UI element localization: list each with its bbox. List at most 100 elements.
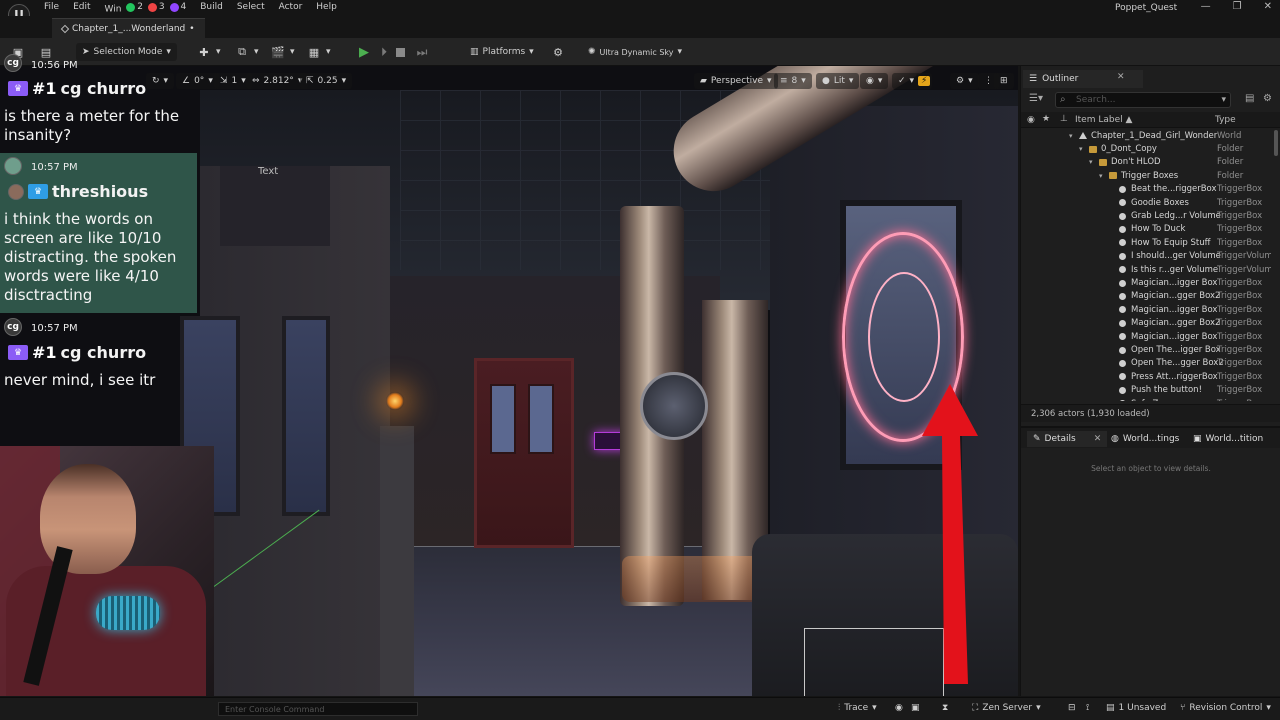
outliner-row[interactable]: How To Equip Stuff TriggerBox (1021, 236, 1271, 249)
outliner-search-input[interactable]: ⌕ Search... ▾ (1055, 92, 1231, 108)
level-tab[interactable]: Chapter_1_...Wonderland • (52, 18, 205, 38)
tab-world-settings[interactable]: ◍ World...tings (1111, 431, 1179, 447)
stop-button[interactable] (396, 43, 405, 61)
chat-rank: #1 (32, 79, 57, 98)
outliner-row[interactable]: Open The...igger Box TriggerBox (1021, 343, 1271, 356)
outliner-row[interactable]: Magician...gger Box2 TriggerBox (1021, 290, 1271, 303)
maximize-button[interactable]: ❐ (1233, 1, 1242, 12)
outliner-row[interactable]: ▾ Chapter_1_Dead_Girl_Wonder World (1021, 129, 1271, 142)
screenshot-button[interactable]: ▣ (911, 703, 920, 713)
outliner-row[interactable]: I should...ger Volume TriggerVolum (1021, 250, 1271, 263)
source-control-icon[interactable]: ⚙ (550, 43, 566, 61)
build-button[interactable]: ▦ ▾ (306, 43, 331, 61)
outliner-row[interactable]: Magician...igger Box TriggerBox (1021, 303, 1271, 316)
fov-dropdown[interactable]: ≡ 8 ▾ (774, 73, 812, 89)
view-mode-dropdown[interactable]: ● Lit ▾ (816, 73, 860, 89)
pin-icon[interactable]: ⊥ (1060, 114, 1068, 124)
outliner-row[interactable]: ▾ Trigger Boxes Folder (1021, 169, 1271, 182)
play-button[interactable]: ▶ (356, 43, 372, 61)
menu-help[interactable]: Help (316, 2, 337, 15)
visibility-eye-icon[interactable]: ◉ (1027, 115, 1035, 125)
menu-edit[interactable]: Edit (73, 2, 90, 15)
derived-data-button[interactable]: ⧗ (942, 703, 948, 713)
tab-details[interactable]: ✎ Details ✕ (1027, 431, 1108, 447)
menu-build[interactable]: Build (200, 2, 223, 15)
chevron-down-icon: ▾ (801, 76, 806, 86)
show-flags-dropdown[interactable]: ◉ ▾ (860, 73, 889, 89)
blueprints-button[interactable]: ⧉ ▾ (234, 43, 259, 61)
outliner-item-label: How To Equip Stuff (1131, 237, 1211, 248)
subscriber-crown-icon: ♛ (28, 184, 48, 199)
grid-size-value[interactable]: ⇱ 0.25 ▾ (300, 73, 353, 89)
close-icon[interactable]: ✕ (1094, 434, 1102, 444)
minimize-button[interactable]: — (1201, 1, 1211, 12)
outliner-row[interactable]: Magician...gger Box2 TriggerBox (1021, 317, 1271, 330)
favorite-star-icon[interactable]: ★ (1042, 114, 1050, 124)
camera-speed-value[interactable]: ⇔2.812°▾ (246, 73, 309, 89)
tab-world-partition[interactable]: ▣ World...tition (1193, 431, 1263, 447)
document-tab-bar: Chapter_1_...Wonderland • (0, 16, 1280, 38)
menu-window[interactable]: Win 2 3 4 (105, 2, 187, 15)
unsaved-button[interactable]: ▤ 1 Unsaved (1106, 703, 1166, 713)
gear-icon[interactable]: ⚙ (1263, 93, 1272, 104)
expand-arrow-icon[interactable]: ▾ (1069, 132, 1073, 140)
expand-arrow-icon[interactable]: ▾ (1089, 158, 1093, 166)
chevron-down-icon[interactable]: ▾ (1221, 95, 1226, 105)
outliner-row[interactable]: Push the button! TriggerBox (1021, 384, 1271, 397)
viewport-settings-dropdown[interactable]: ⚙ ▾ (950, 73, 979, 89)
cinematics-button[interactable]: 🎬 ▾ (270, 43, 294, 61)
expand-arrow-icon[interactable]: ▾ (1099, 172, 1103, 180)
chevron-down-icon: ▾ (767, 76, 772, 86)
outliner-row[interactable]: Press Att...riggerBox TriggerBox (1021, 370, 1271, 383)
outliner-row[interactable]: ▾ Don't HLOD Folder (1021, 156, 1271, 169)
snap-toggle[interactable]: ⚡ (916, 73, 933, 89)
outliner-item-type: TriggerBox (1217, 304, 1263, 315)
revision-control-label: Revision Control (1189, 703, 1263, 713)
add-folder-icon[interactable]: ▤ (1245, 93, 1254, 104)
outliner-row[interactable]: Goodie Boxes TriggerBox (1021, 196, 1271, 209)
outliner-scrollbar[interactable] (1274, 130, 1278, 156)
outliner-row[interactable]: Is this r...ger Volume TriggerVolum (1021, 263, 1271, 276)
perspective-dropdown[interactable]: ▰ Perspective ▾ (694, 73, 778, 89)
menu-actor[interactable]: Actor (279, 2, 303, 15)
expand-arrow-icon[interactable]: ▾ (1079, 145, 1083, 153)
outliner-row[interactable]: Grab Ledg...r Volume TriggerBox (1021, 209, 1271, 222)
outliner-row[interactable]: Beat the...riggerBox TriggerBox (1021, 183, 1271, 196)
ultra-dynamic-sky-label: Ultra Dynamic Sky (599, 47, 674, 57)
outliner-item-type: TriggerBox (1217, 278, 1263, 289)
outliner-row[interactable]: How To Duck TriggerBox (1021, 223, 1271, 236)
chat-text: never mind, i see itr (4, 371, 156, 389)
step-button[interactable]: ⏵ (376, 43, 392, 61)
ultra-dynamic-sky-dropdown[interactable]: ✺ Ultra Dynamic Sky ▾ (588, 43, 682, 61)
chevron-down-icon: ▾ (254, 47, 259, 57)
package-icon: ⊟ (1068, 703, 1076, 713)
outliner-row[interactable]: Magician...igger Box TriggerBox (1021, 330, 1271, 343)
revision-control-dropdown[interactable]: ⑂ Revision Control ▾ (1180, 703, 1271, 713)
column-type[interactable]: Type (1215, 115, 1236, 125)
avatar: cg (4, 54, 22, 72)
grid-size-label: 0.25 (317, 76, 338, 86)
outliner-row[interactable]: ▾ 0_Dont_Copy Folder (1021, 142, 1271, 155)
outliner-tab[interactable]: ☰ Outliner ✕ (1023, 70, 1143, 88)
trace-dropdown[interactable]: ⫶ Trace ▾ (838, 703, 877, 713)
column-item-label[interactable]: Item Label ▲ (1075, 115, 1132, 125)
close-window-button[interactable]: ✕ (1264, 1, 1272, 12)
viewport-layout-button[interactable]: ⊞ (994, 73, 1014, 89)
platforms-dropdown[interactable]: ▥ Platforms ▾ (470, 43, 534, 61)
menu-select[interactable]: Select (237, 2, 265, 15)
outliner-row[interactable]: Open The...gger Box2 TriggerBox (1021, 357, 1271, 370)
zen-server-dropdown[interactable]: ⛶ Zen Server ▾ (972, 703, 1041, 713)
menu-file[interactable]: File (44, 2, 59, 15)
outliner-row[interactable]: Magician...igger Box TriggerBox (1021, 276, 1271, 289)
outliner-item-type: Folder (1217, 144, 1244, 155)
console-command-input[interactable]: Enter Console Command (218, 702, 418, 716)
filter-icon[interactable]: ☰▾ (1029, 93, 1043, 104)
outliner-row[interactable]: Safe Zone TriggerBox (1021, 397, 1271, 401)
close-icon[interactable]: ✕ (1117, 72, 1125, 82)
eye-icon: ◉ (866, 76, 874, 86)
record-button[interactable]: ◉ (895, 703, 903, 713)
broadcast-icon[interactable]: ⟟ (1086, 703, 1089, 713)
eject-button[interactable]: ⏭ (414, 43, 430, 61)
content-icon[interactable]: ⊟ (1068, 703, 1076, 713)
add-actor-button[interactable]: ✚ ▾ (196, 43, 220, 61)
